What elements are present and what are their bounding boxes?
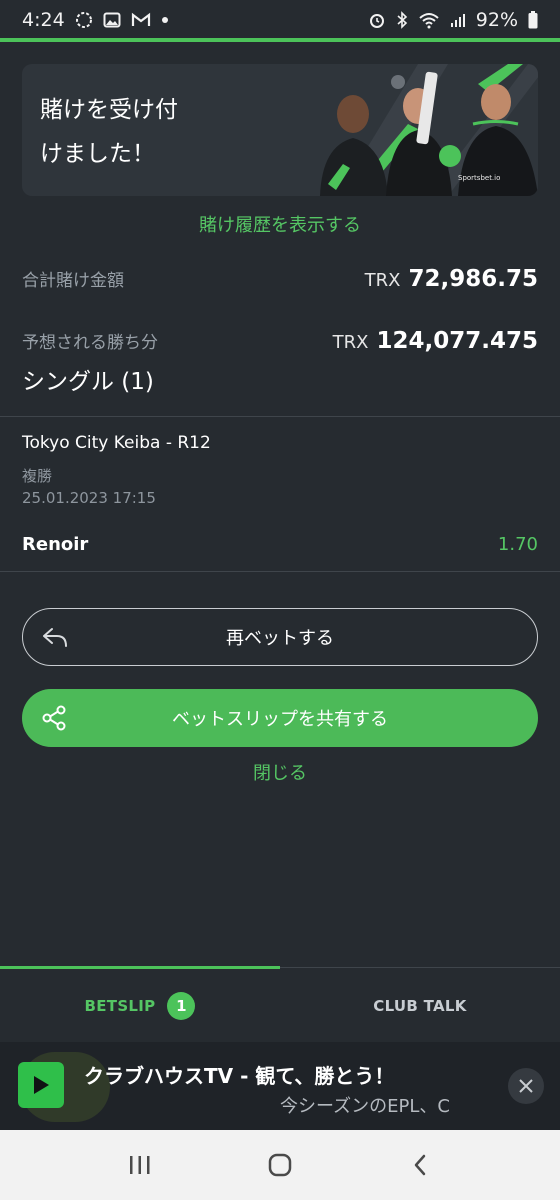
promo-subtitle: 今シーズンのEPL、C (280, 1096, 450, 1117)
total-stake-value: 72,986.75 (408, 266, 539, 292)
cell-signal-icon (450, 12, 466, 28)
expected-win-value: 124,077.475 (376, 328, 538, 354)
divider (0, 571, 560, 572)
battery-icon (528, 11, 538, 29)
home-icon (268, 1153, 292, 1177)
tab-club-talk[interactable]: CLUB TALK (280, 969, 560, 1042)
total-stake-currency: TRX (364, 270, 401, 291)
banner-brand-text: Sportsbet.io (458, 174, 500, 182)
banner-players-image: Sportsbet.io (320, 64, 538, 196)
promo-banner[interactable]: クラブハウスTV - 観て、勝とう！ 今シーズンのEPL、C (0, 1042, 560, 1130)
back-button[interactable] (400, 1145, 440, 1185)
betslip-count-badge: 1 (167, 991, 196, 1020)
close-icon (519, 1079, 533, 1093)
tab-betslip[interactable]: BETSLIP 1 (0, 969, 280, 1042)
expected-win-currency: TRX (332, 332, 369, 353)
play-button[interactable] (18, 1062, 64, 1108)
battery-percent: 92% (475, 9, 518, 31)
rebet-button-label: 再ベットする (226, 628, 334, 649)
expected-win-amount: TRX 124,077.475 (333, 328, 538, 354)
status-bar: 4:24 92% (0, 0, 560, 40)
close-link[interactable]: 閉じる (0, 759, 560, 785)
share-betslip-button[interactable]: ベットスリップを共有する (22, 689, 538, 747)
gallery-icon (103, 11, 121, 29)
view-bet-history-link[interactable]: 賭け履歴を表示する (0, 211, 560, 237)
market-name: 複勝 (22, 467, 53, 485)
reply-arrow-icon (43, 628, 67, 647)
expected-win-row: 予想される勝ち分 TRX 124,077.475 (22, 328, 538, 354)
gmail-icon (131, 12, 151, 28)
total-stake-label: 合計賭け金額 (22, 271, 124, 291)
bluetooth-icon (396, 11, 408, 29)
tab-betslip-label: BETSLIP (84, 996, 156, 1015)
selection-odds: 1.70 (497, 534, 538, 555)
notification-dot-icon (161, 16, 169, 24)
status-time: 4:24 (22, 9, 65, 31)
system-nav-bar (0, 1130, 560, 1200)
wifi-icon (418, 11, 440, 29)
alarm-icon (368, 11, 386, 29)
divider (0, 416, 560, 417)
share-icon (42, 705, 66, 731)
total-stake-row: 合計賭け金額 TRX 72,986.75 (22, 266, 538, 292)
bet-type-heading: シングル (1) (22, 369, 154, 395)
expected-win-label: 予想される勝ち分 (22, 333, 158, 353)
signal-app-icon (75, 11, 93, 29)
promo-close-button[interactable] (508, 1068, 544, 1104)
share-betslip-button-label: ベットスリップを共有する (172, 709, 388, 730)
tab-divider-line (280, 967, 560, 968)
event-datetime: 25.01.2023 17:15 (22, 489, 156, 507)
recent-apps-button[interactable] (120, 1145, 160, 1185)
play-icon (34, 1076, 49, 1094)
bet-accepted-title: 賭けを受け付 けました！ (40, 97, 178, 167)
rebet-button[interactable]: 再ベットする (22, 608, 538, 666)
bet-accepted-banner: 賭けを受け付 けました！ Sportsbet.io (22, 64, 538, 196)
bottom-tab-bar: BETSLIP 1 CLUB TALK (0, 966, 560, 1042)
total-stake-amount: TRX 72,986.75 (365, 266, 538, 292)
top-accent-line (0, 38, 560, 42)
home-button[interactable] (260, 1145, 300, 1185)
promo-title: クラブハウスTV - 観て、勝とう！ (84, 1064, 395, 1088)
back-icon (414, 1154, 426, 1176)
tab-club-talk-label: CLUB TALK (373, 996, 467, 1015)
event-name: Tokyo City Keiba - R12 (22, 433, 211, 453)
recent-apps-icon (130, 1156, 150, 1174)
selection-name: Renoir (22, 534, 89, 555)
